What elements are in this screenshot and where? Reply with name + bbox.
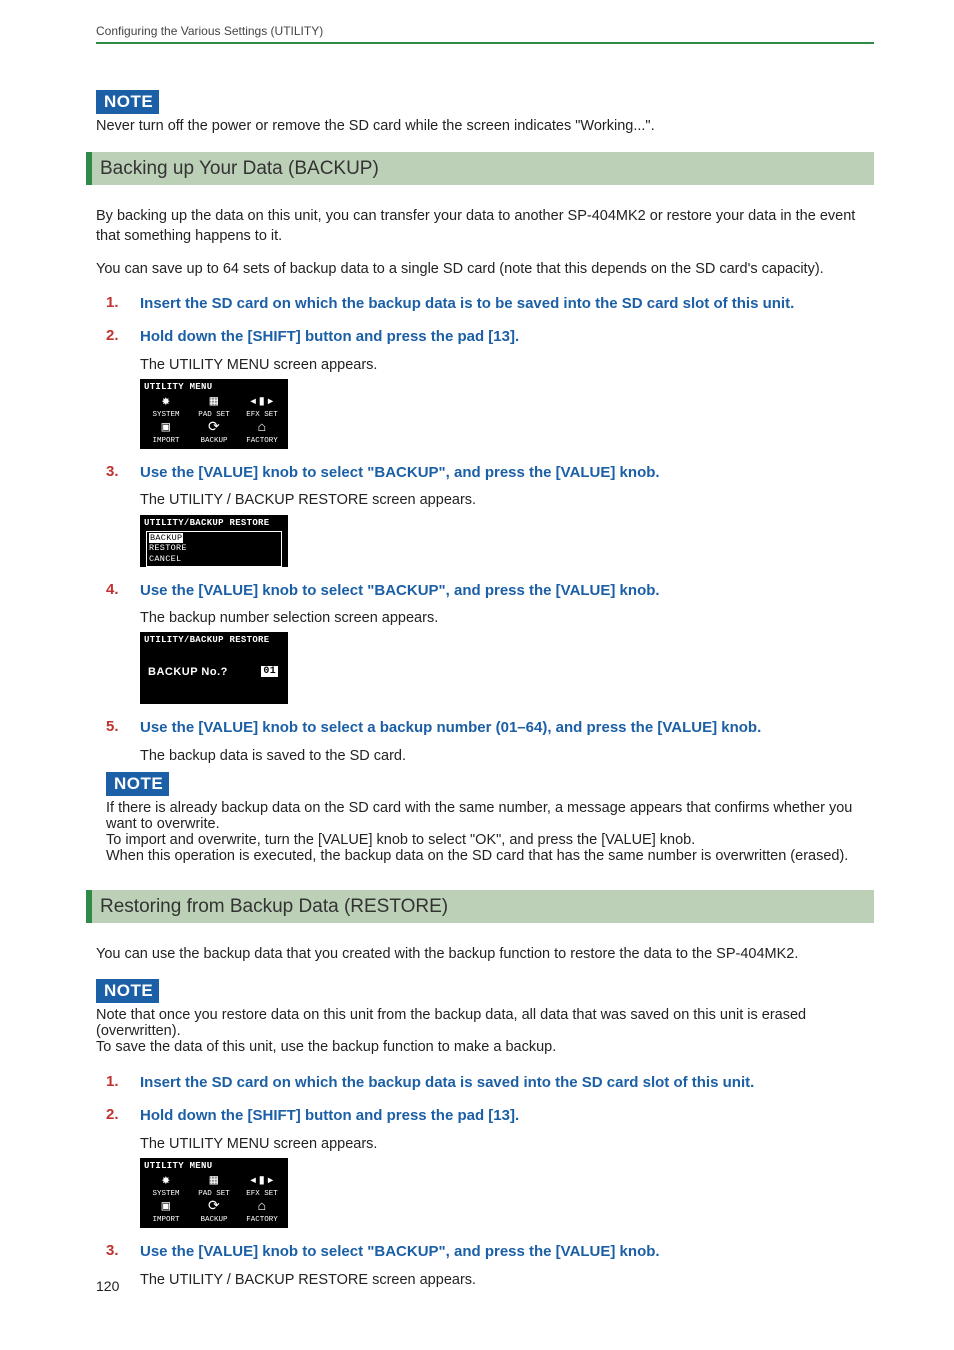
lcd-utility-menu: UTILITY MENU ✸▦◂▮▸ SYSTEMPAD SETEFX SET … xyxy=(140,1158,288,1228)
step-title: Use the [VALUE] knob to select "BACKUP",… xyxy=(140,463,660,483)
step-number: 2. xyxy=(106,327,140,344)
step-title: Use the [VALUE] knob to select "BACKUP",… xyxy=(140,1242,660,1262)
note-text: If there is already backup data on the S… xyxy=(106,800,874,864)
step-body: The UTILITY MENU screen appears. xyxy=(140,355,874,375)
heading-backup: Backing up Your Data (BACKUP) xyxy=(86,152,874,185)
note-text: Never turn off the power or remove the S… xyxy=(96,118,874,134)
restore-steps: 1. Insert the SD card on which the backu… xyxy=(106,1073,874,1290)
step-title: Use the [VALUE] knob to select "BACKUP",… xyxy=(140,581,660,601)
step: 2. Hold down the [SHIFT] button and pres… xyxy=(106,1106,874,1228)
step-number: 4. xyxy=(106,581,140,598)
step-number: 5. xyxy=(106,718,140,735)
step-body: The UTILITY / BACKUP RESTORE screen appe… xyxy=(140,1270,874,1290)
step: 3. Use the [VALUE] knob to select "BACKU… xyxy=(106,1242,874,1290)
backup-steps: 1. Insert the SD card on which the backu… xyxy=(106,294,874,865)
heading-restore: Restoring from Backup Data (RESTORE) xyxy=(86,890,874,923)
step-title: Use the [VALUE] knob to select a backup … xyxy=(140,718,761,738)
step: 1. Insert the SD card on which the backu… xyxy=(106,1073,874,1093)
step: 2. Hold down the [SHIFT] button and pres… xyxy=(106,327,874,449)
step: 4. Use the [VALUE] knob to select "BACKU… xyxy=(106,581,874,705)
step-number: 3. xyxy=(106,1242,140,1259)
note-block-restore: NOTE Note that once you restore data on … xyxy=(96,979,874,1055)
step-title: Insert the SD card on which the backup d… xyxy=(140,294,794,314)
page-number: 120 xyxy=(96,1278,119,1294)
note-badge: NOTE xyxy=(96,90,159,114)
backup-para1: By backing up the data on this unit, you… xyxy=(96,207,874,246)
running-header: Configuring the Various Settings (UTILIT… xyxy=(96,24,874,44)
note-badge: NOTE xyxy=(96,979,159,1003)
backup-para2: You can save up to 64 sets of backup dat… xyxy=(96,260,874,280)
step-body: The UTILITY / BACKUP RESTORE screen appe… xyxy=(140,490,874,510)
step-body: The backup data is saved to the SD card. xyxy=(140,746,874,766)
lcd-backup-restore: UTILITY/BACKUP RESTORE BACKUPRESTORECANC… xyxy=(140,515,288,567)
restore-para1: You can use the backup data that you cre… xyxy=(96,945,874,965)
step: 5. Use the [VALUE] knob to select a back… xyxy=(106,718,874,864)
step-title: Insert the SD card on which the backup d… xyxy=(140,1073,754,1093)
step-body: The UTILITY MENU screen appears. xyxy=(140,1134,874,1154)
step-body: The backup number selection screen appea… xyxy=(140,608,874,628)
lcd-backup-number: UTILITY/BACKUP RESTORE BACKUP No.? 01 xyxy=(140,632,288,704)
step: 1. Insert the SD card on which the backu… xyxy=(106,294,874,314)
step-number: 3. xyxy=(106,463,140,480)
step-number: 1. xyxy=(106,1073,140,1090)
note-badge: NOTE xyxy=(106,772,169,796)
note-text: Note that once you restore data on this … xyxy=(96,1007,874,1055)
step-title: Hold down the [SHIFT] button and press t… xyxy=(140,1106,519,1126)
step-title: Hold down the [SHIFT] button and press t… xyxy=(140,327,519,347)
step: 3. Use the [VALUE] knob to select "BACKU… xyxy=(106,463,874,567)
step-number: 2. xyxy=(106,1106,140,1123)
note-block-intro: NOTE Never turn off the power or remove … xyxy=(96,90,874,134)
lcd-utility-menu: UTILITY MENU ✸▦◂▮▸ SYSTEMPAD SETEFX SET … xyxy=(140,379,288,449)
step-number: 1. xyxy=(106,294,140,311)
